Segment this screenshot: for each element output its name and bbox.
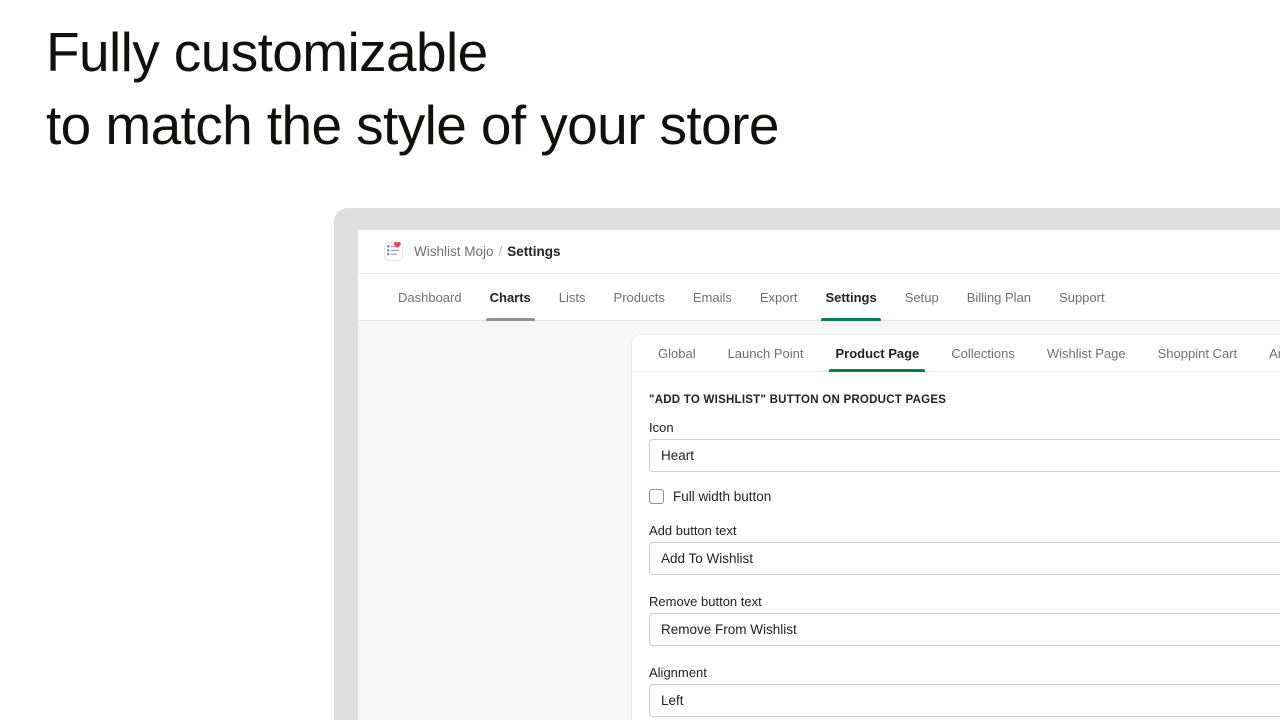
- nav-item-setup[interactable]: Setup: [891, 274, 953, 320]
- icon-select[interactable]: Heart: [649, 439, 1280, 472]
- nav-item-label: Export: [759, 289, 798, 305]
- nav-item-export[interactable]: Export: [746, 274, 812, 320]
- nav-item-lists[interactable]: Lists: [545, 274, 600, 320]
- settings-subtabs: Global Launch Point Product Page Collect…: [632, 335, 1280, 372]
- icon-select-value: Heart: [661, 448, 695, 463]
- subtab-label: Analytics: [1269, 345, 1280, 361]
- subtab-analytics[interactable]: Analytics: [1253, 335, 1280, 371]
- full-width-button-row[interactable]: Full width button: [649, 489, 1280, 504]
- add-button-text-input[interactable]: Add To Wishlist: [649, 542, 1280, 575]
- field-label-alignment: Alignment: [649, 665, 707, 680]
- subtab-underline: [1152, 369, 1244, 372]
- breadcrumb-separator: /: [498, 244, 503, 259]
- nav-item-label: Settings: [825, 289, 877, 305]
- nav-item-dashboard[interactable]: Dashboard: [384, 274, 476, 320]
- full-width-checkbox[interactable]: [649, 489, 664, 504]
- subtab-label: Shoppint Cart: [1157, 345, 1238, 361]
- subtab-global[interactable]: Global: [642, 335, 712, 371]
- subtab-underline: [829, 369, 926, 372]
- app-screen: Wishlist Mojo / Settings Dashboard Charts …: [358, 230, 1280, 720]
- nav-item-settings[interactable]: Settings: [811, 274, 890, 321]
- subtab-underline: [722, 369, 810, 372]
- subtab-underline: [1041, 369, 1132, 372]
- field-label-remove-button-text: Remove button text: [649, 594, 762, 609]
- page-root: Fully customizable to match the style of…: [0, 0, 1280, 720]
- breadcrumb: Wishlist Mojo / Settings: [414, 244, 561, 259]
- subtab-wishlist-page[interactable]: Wishlist Page: [1031, 335, 1142, 371]
- marketing-headline: Fully customizable to match the style of…: [46, 21, 779, 156]
- breadcrumb-app-link[interactable]: Wishlist Mojo: [414, 244, 494, 259]
- section-title: "ADD TO WISHLIST" BUTTON ON PRODUCT PAGE…: [649, 394, 947, 406]
- subtab-underline: [1263, 369, 1280, 372]
- subtab-label: Global: [658, 345, 696, 361]
- field-alignment: Alignment Left: [649, 665, 1280, 717]
- add-button-text-value: Add To Wishlist: [661, 551, 754, 566]
- field-spacer: [649, 584, 1280, 594]
- settings-form: "ADD TO WISHLIST" BUTTON ON PRODUCT PAGE…: [632, 372, 1280, 720]
- field-remove-button-text: Remove button text Remove From Wishlist: [649, 594, 1280, 646]
- settings-card: Global Launch Point Product Page Collect…: [632, 335, 1280, 720]
- nav-item-label: Lists: [558, 289, 586, 305]
- nav-item-charts[interactable]: Charts: [476, 274, 545, 321]
- nav-item-billing-plan[interactable]: Billing Plan: [953, 274, 1045, 320]
- nav-item-label: Products: [613, 289, 665, 305]
- subtab-collections[interactable]: Collections: [935, 335, 1031, 371]
- nav-item-label: Billing Plan: [966, 289, 1032, 305]
- subtab-label: Wishlist Page: [1046, 345, 1126, 361]
- field-icon: Icon Heart: [649, 420, 1280, 472]
- alignment-select[interactable]: Left: [649, 684, 1280, 717]
- nav-item-emails[interactable]: Emails: [679, 274, 746, 320]
- field-spacer: [649, 655, 1280, 665]
- subtab-label: Collections: [951, 345, 1015, 361]
- full-width-checkbox-label[interactable]: Full width button: [673, 489, 771, 504]
- nav-item-label: Dashboard: [398, 289, 462, 305]
- breadcrumb-current-page: Settings: [507, 244, 561, 259]
- app-topbar: Wishlist Mojo / Settings: [358, 230, 1280, 274]
- subtab-underline: [945, 369, 1021, 372]
- subtab-shopping-cart[interactable]: Shoppint Cart: [1142, 335, 1254, 371]
- remove-button-text-input[interactable]: Remove From Wishlist: [649, 613, 1280, 646]
- remove-button-text-value: Remove From Wishlist: [661, 622, 797, 637]
- nav-item-label: Support: [1059, 289, 1105, 305]
- subtab-launch-point[interactable]: Launch Point: [712, 335, 820, 371]
- nav-item-support[interactable]: Support: [1045, 274, 1119, 320]
- subtab-product-page[interactable]: Product Page: [819, 335, 935, 372]
- field-add-button-text: Add button text Add To Wishlist: [649, 523, 1280, 575]
- nav-item-label: Charts: [489, 289, 531, 305]
- field-label-icon: Icon: [649, 420, 674, 435]
- app-content-area: Global Launch Point Product Page Collect…: [358, 321, 1280, 720]
- subtab-underline: [652, 369, 702, 372]
- nav-item-products[interactable]: Products: [600, 274, 679, 320]
- subtab-label: Product Page: [835, 345, 920, 361]
- field-label-add-button-text: Add button text: [649, 523, 737, 538]
- primary-nav: Dashboard Charts Lists Products Emails E…: [358, 274, 1280, 321]
- wishlist-mojo-app-icon: [384, 241, 405, 262]
- alignment-select-value: Left: [661, 693, 684, 708]
- device-frame: Wishlist Mojo / Settings Dashboard Charts …: [334, 208, 1280, 720]
- nav-item-label: Setup: [904, 289, 939, 305]
- subtab-label: Launch Point: [727, 345, 804, 361]
- nav-item-label: Emails: [692, 289, 732, 305]
